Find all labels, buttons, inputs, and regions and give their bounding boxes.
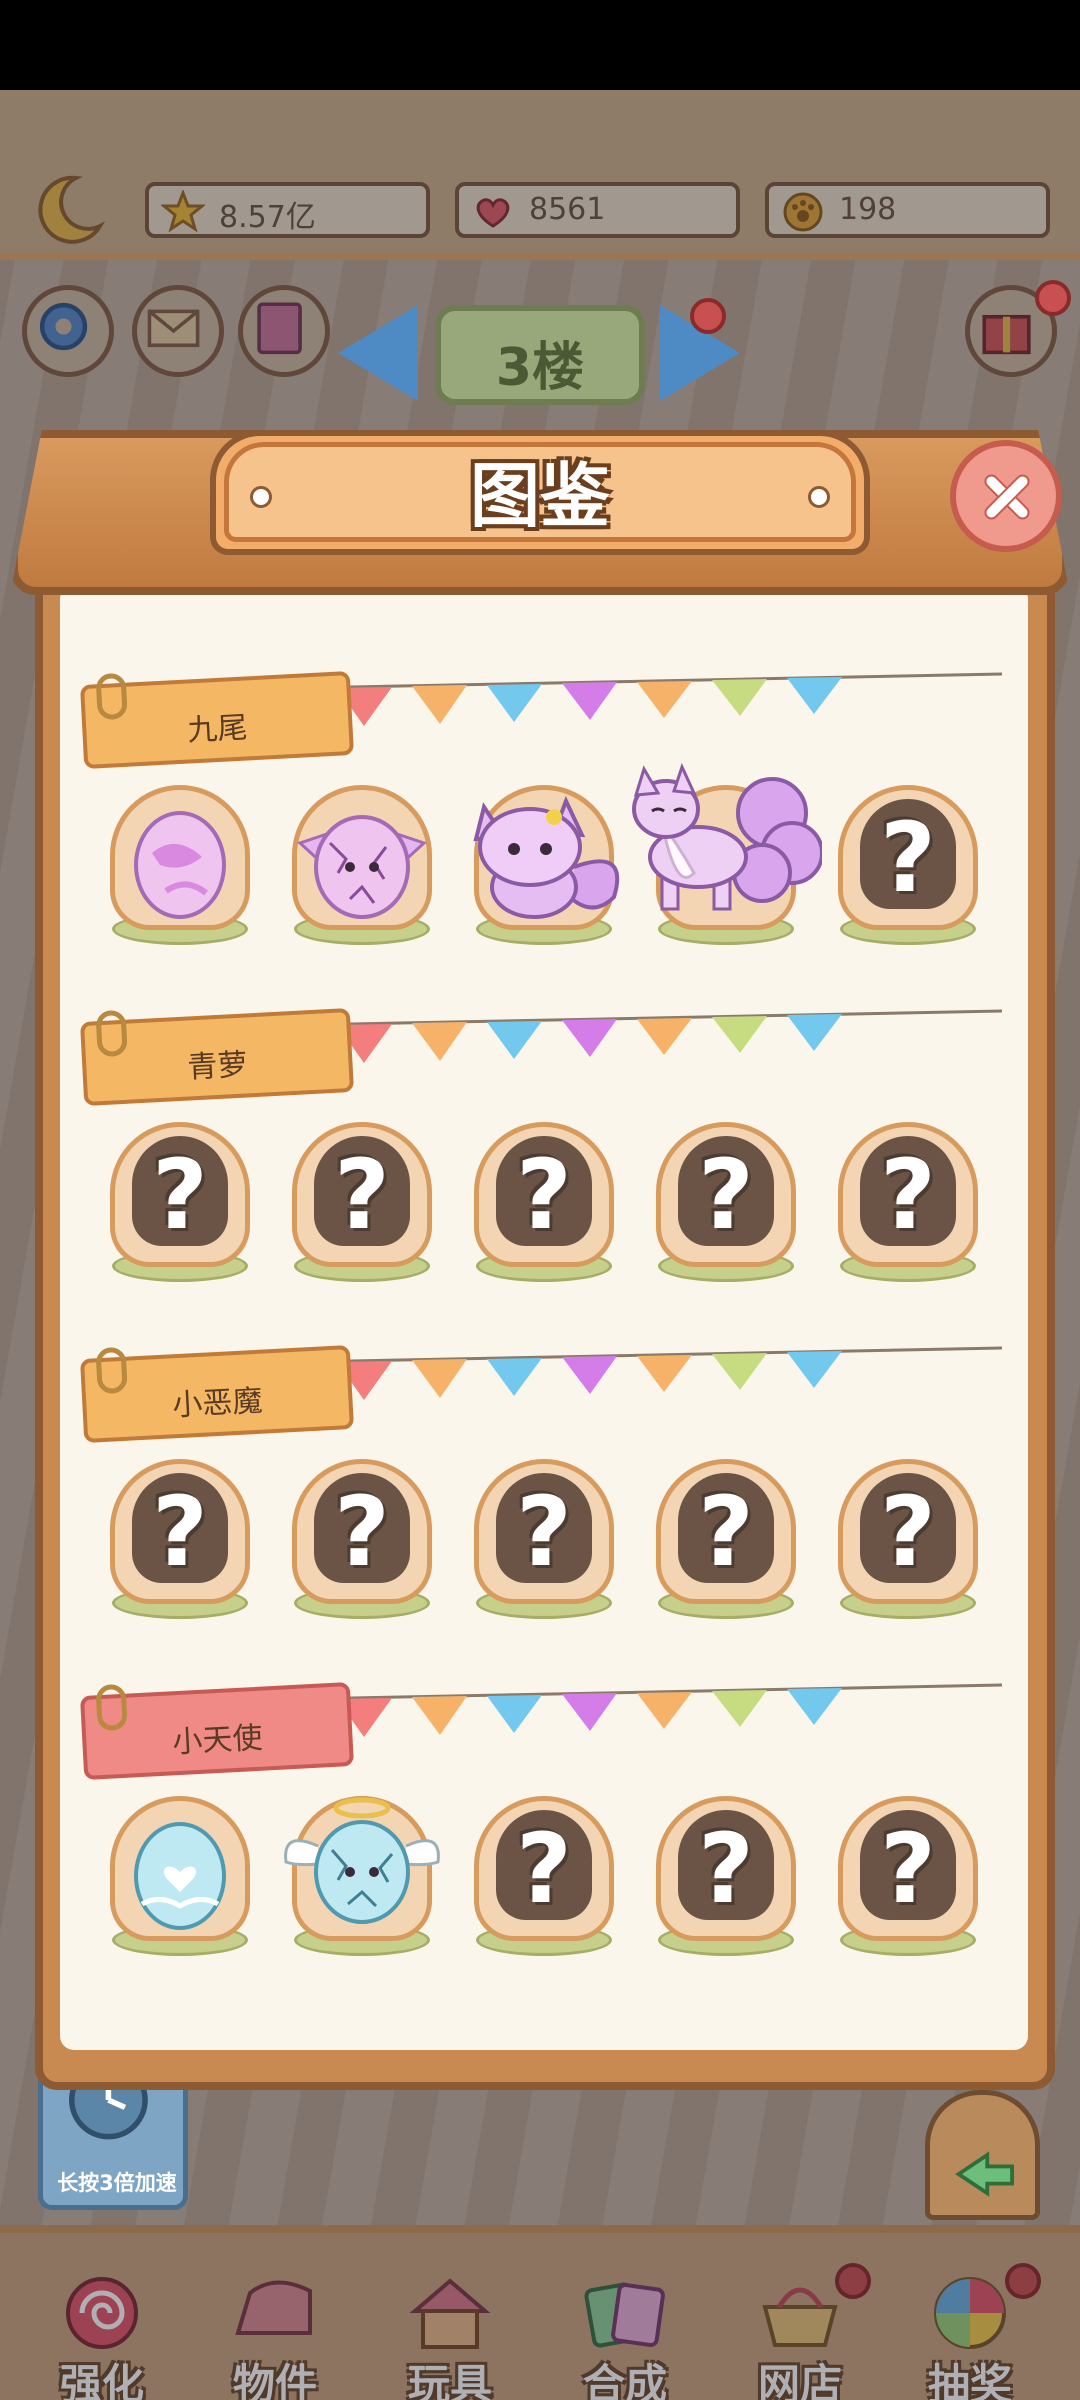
pink-hatchling-icon — [297, 815, 427, 919]
collection-slot-locked[interactable]: ? — [464, 1796, 624, 1966]
section-tag: 小天使 — [79, 1681, 355, 1781]
locked-silhouette: ? — [496, 1810, 592, 1924]
top-bar-overlay — [0, 90, 1080, 254]
locked-silhouette: ? — [678, 1810, 774, 1924]
floor-label: 3楼 — [495, 338, 585, 398]
question-mark-icon: ? — [516, 1139, 572, 1251]
question-mark-icon: ? — [880, 1476, 936, 1588]
question-mark-icon: ? — [880, 802, 936, 914]
modal-title: 图鉴 — [470, 455, 610, 537]
collection-section: 小天使 ? ? ? — [79, 1681, 1012, 2001]
resource-bar: 8.57亿 8561 198 — [0, 90, 1080, 260]
return-arrow-icon — [955, 2151, 1014, 2197]
collection-slot[interactable] — [282, 785, 442, 955]
question-mark-icon: ? — [698, 1813, 754, 1925]
locked-silhouette: ? — [860, 1136, 956, 1250]
mail-button[interactable] — [132, 285, 224, 377]
collection-section: 小恶魔 ? ? ? ? ? — [79, 1344, 1012, 1664]
collection-slot-locked[interactable]: ? — [646, 1459, 806, 1629]
question-mark-icon: ? — [516, 1476, 572, 1588]
speed-up-label: 长按3倍加速 — [57, 2171, 177, 2195]
small-kitsune-icon — [473, 795, 620, 919]
settings-button[interactable] — [22, 285, 114, 377]
collection-slot[interactable] — [632, 762, 822, 955]
question-mark-icon: ? — [698, 1476, 754, 1588]
exit-door-button[interactable] — [925, 2090, 1040, 2220]
locked-silhouette: ? — [678, 1136, 774, 1250]
collection-slot-locked[interactable]: ? — [828, 1122, 988, 1292]
question-mark-icon: ? — [880, 1139, 936, 1251]
collection-slot-locked[interactable]: ? — [282, 1459, 442, 1629]
collection-slot[interactable] — [464, 785, 624, 955]
locked-silhouette: ? — [132, 1473, 228, 1587]
collection-slot-locked[interactable]: ? — [646, 1122, 806, 1292]
status-bar — [0, 0, 1080, 90]
question-mark-icon: ? — [152, 1139, 208, 1251]
collection-slot-locked[interactable]: ? — [828, 785, 988, 955]
blue-egg-icon — [134, 1822, 226, 1930]
collection-slot[interactable] — [100, 1796, 260, 1966]
bottom-navigation: 强化 物件 玩具 合成 网店 抽奖 — [0, 2225, 1080, 2400]
collection-slot[interactable] — [282, 1796, 442, 1966]
collection-slot-locked[interactable]: ? — [828, 1796, 988, 1966]
collection-section: 青萝 ? ? ? ? ? — [79, 1007, 1012, 1327]
collection-slot-locked[interactable]: ? — [464, 1122, 624, 1292]
question-mark-icon: ? — [334, 1139, 390, 1251]
locked-silhouette: ? — [678, 1473, 774, 1587]
locked-silhouette: ? — [860, 799, 956, 913]
collection-book-button[interactable] — [238, 285, 330, 377]
collection-section: 九尾 ? — [79, 670, 1012, 990]
floor-prev-arrow[interactable] — [338, 305, 418, 401]
notification-dot — [1035, 280, 1071, 316]
collection-slot-locked[interactable]: ? — [100, 1122, 260, 1292]
close-button[interactable] — [950, 440, 1062, 552]
locked-silhouette: ? — [860, 1473, 956, 1587]
question-mark-icon: ? — [334, 1476, 390, 1588]
locked-silhouette: ? — [496, 1136, 592, 1250]
locked-silhouette: ? — [860, 1810, 956, 1924]
question-mark-icon: ? — [152, 1476, 208, 1588]
collection-modal: 图鉴 九尾 ? 青萝 ? ? ? ? ? 小恶魔 ? ? ? ? ? 小天使 ?… — [10, 400, 1070, 2090]
locked-silhouette: ? — [496, 1473, 592, 1587]
notification-dot — [690, 298, 726, 334]
collection-slot-locked[interactable]: ? — [646, 1796, 806, 1966]
section-tag: 九尾 — [79, 670, 355, 770]
question-mark-icon: ? — [698, 1139, 754, 1251]
section-tag: 小恶魔 — [79, 1344, 355, 1444]
bottom-nav-overlay — [0, 2233, 1080, 2400]
collection-slot-locked[interactable]: ? — [464, 1459, 624, 1629]
locked-silhouette: ? — [132, 1136, 228, 1250]
title-plaque: 图鉴 — [210, 400, 870, 560]
floor-sign: 3楼 — [435, 305, 645, 405]
angel-hatchling-icon — [284, 1797, 440, 1924]
locked-silhouette: ? — [314, 1136, 410, 1250]
collection-slot-locked[interactable]: ? — [828, 1459, 988, 1629]
question-mark-icon: ? — [516, 1813, 572, 1925]
section-tag: 青萝 — [79, 1007, 355, 1107]
collection-slot-locked[interactable]: ? — [282, 1122, 442, 1292]
collection-slot-locked[interactable]: ? — [100, 1459, 260, 1629]
locked-silhouette: ? — [314, 1473, 410, 1587]
collection-slot[interactable] — [100, 785, 260, 955]
adult-kitsune-icon — [632, 762, 822, 911]
question-mark-icon: ? — [880, 1813, 936, 1925]
pink-egg-icon — [134, 811, 226, 919]
